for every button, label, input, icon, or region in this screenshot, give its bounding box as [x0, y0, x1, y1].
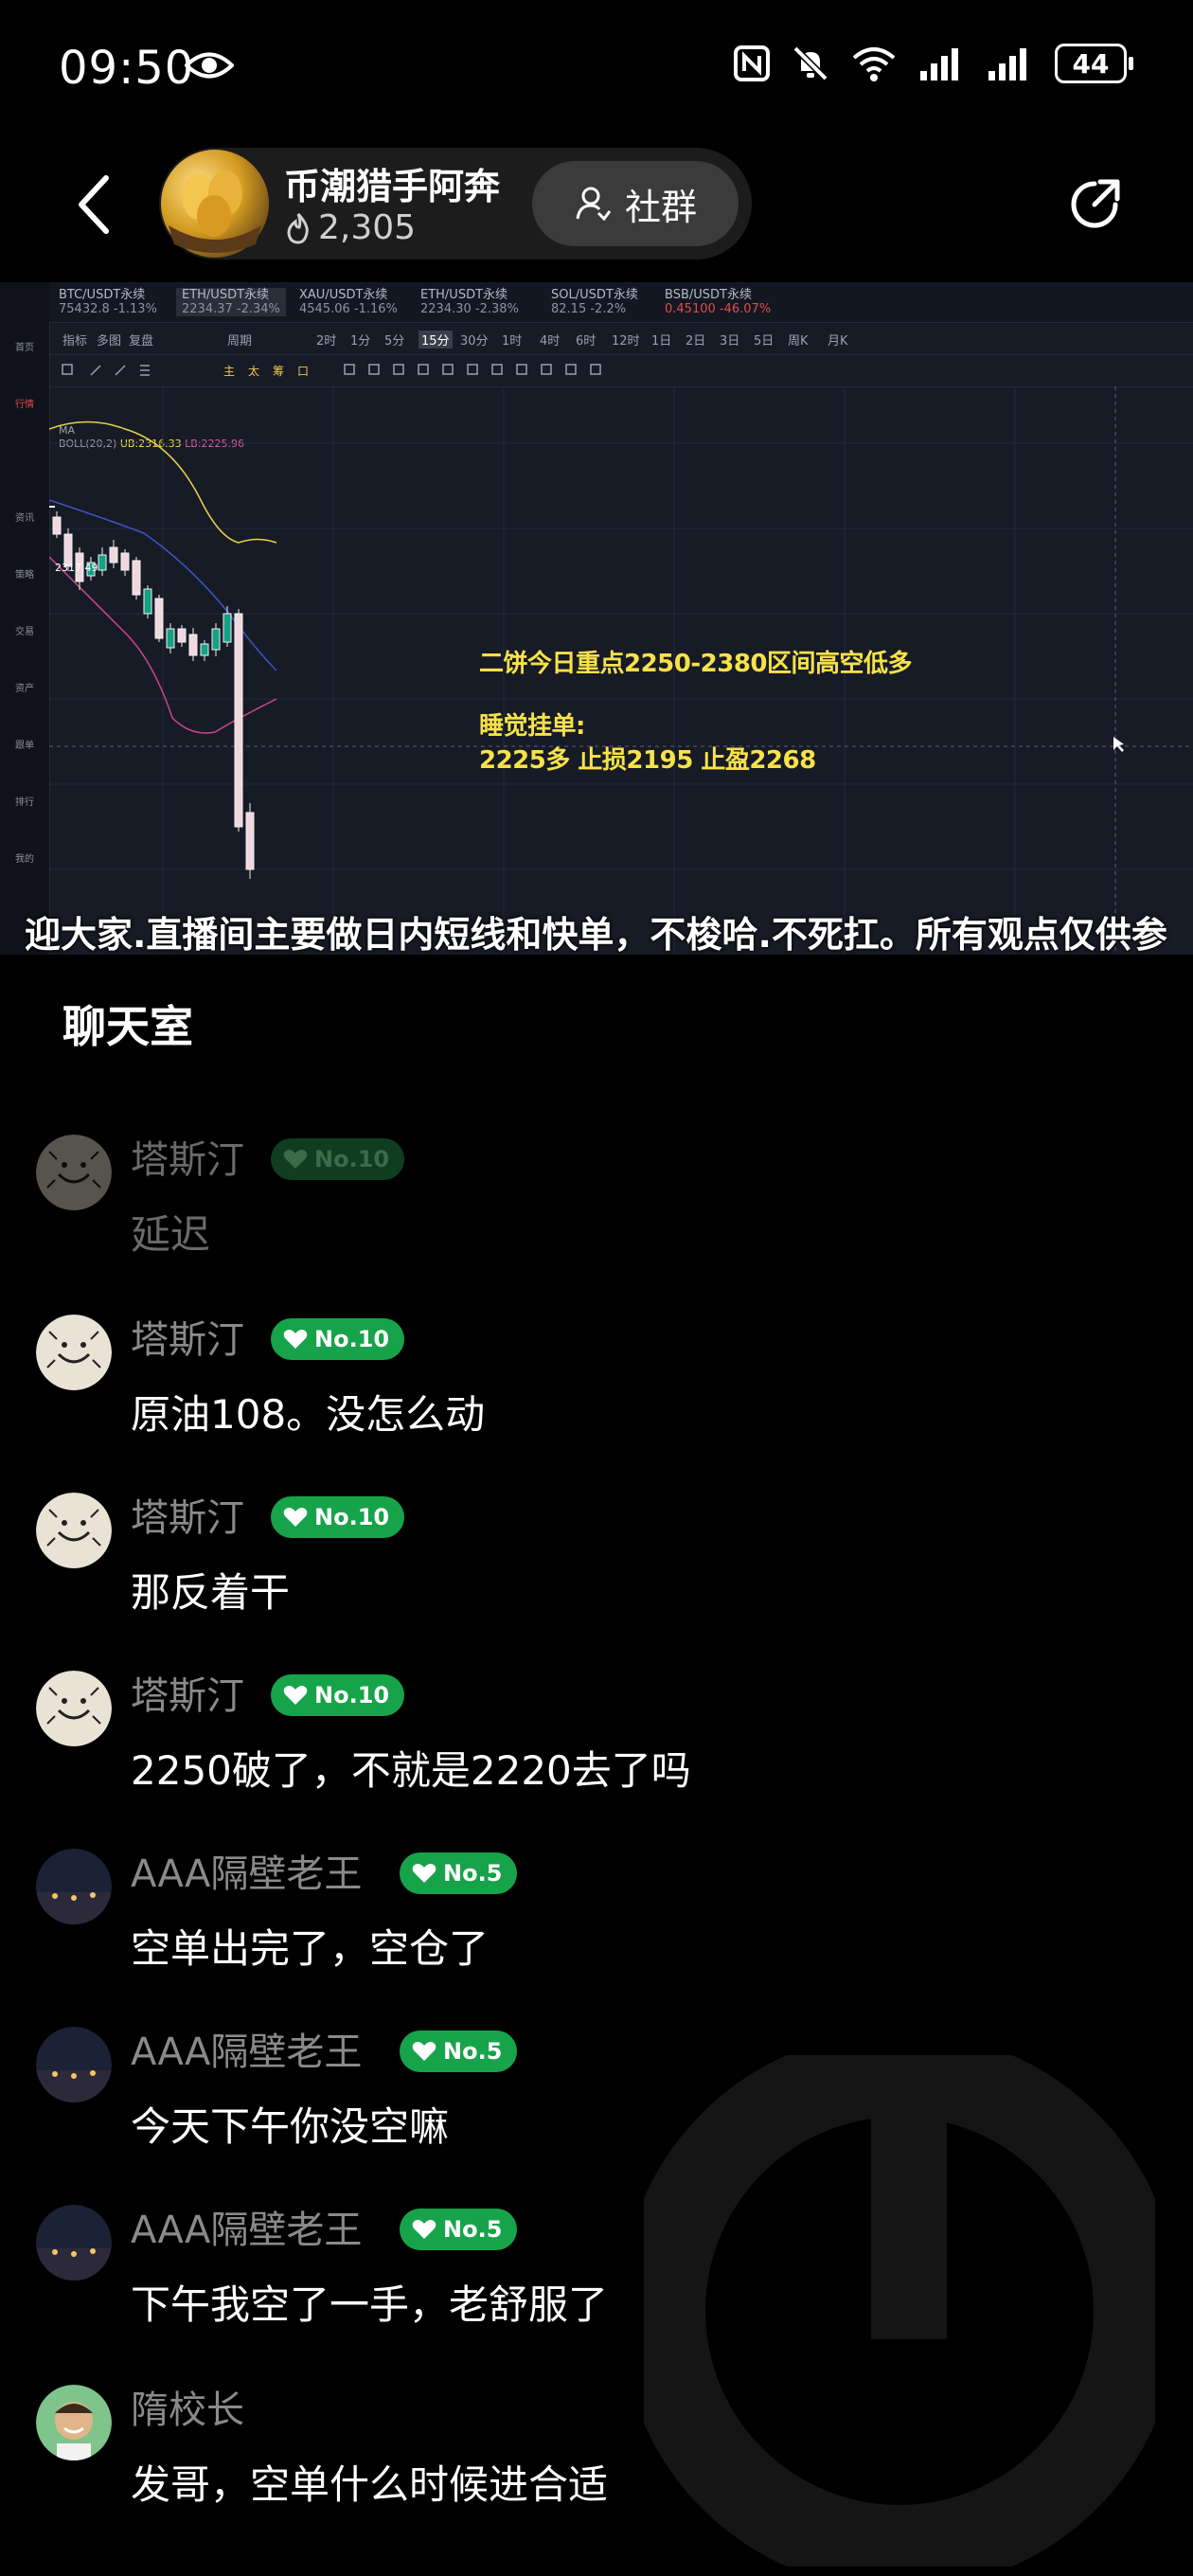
strategy-note-line1: 二饼今日重点2250-2380区间高空低多 — [479, 650, 913, 678]
fan-level-badge: No.10 — [271, 1138, 405, 1180]
fan-level-badge: No.10 — [271, 1318, 405, 1360]
strategy-note-line3: 2225多 止损2195 止盈2268 — [479, 746, 816, 775]
community-label: 社群 — [624, 186, 697, 228]
chat-message: AAA隔壁老王 No.5 今天下午你没空嘛 — [0, 2027, 1193, 2188]
svg-text:主: 主 — [223, 365, 235, 378]
user-avatar[interactable] — [36, 1315, 112, 1390]
share-icon[interactable] — [1066, 176, 1123, 233]
pair-tab[interactable]: SOL/USDT永续 82.15 -2.2% — [551, 288, 638, 316]
pair-tab-active[interactable]: ETH/USDT永续 2234.37 -2.34% — [176, 288, 286, 316]
signal-icon-2 — [988, 48, 1026, 80]
fan-level-badge: No.10 — [271, 1496, 405, 1538]
drawing-tools-icons: 主太 筹口 — [62, 364, 601, 378]
message-text: 原油108。没怎么动 — [131, 1391, 486, 1438]
username[interactable]: 塔斯汀 — [131, 1665, 244, 1720]
community-icon — [576, 187, 612, 222]
username[interactable]: AAA隔壁老王 — [131, 2021, 362, 2076]
pair-tab[interactable]: XAU/USDT永续 4545.06 -1.16% — [299, 288, 398, 316]
community-button[interactable]: 社群 — [532, 161, 739, 246]
fan-level-badge: No.5 — [400, 1852, 518, 1894]
high-price-label: 2317.49 — [55, 562, 98, 574]
sidebar-label: 我的 — [15, 854, 34, 865]
heart-icon — [412, 1864, 436, 1883]
sidebar-label: 策略 — [15, 570, 34, 581]
battery-icon: 44 — [1055, 44, 1133, 83]
clock: 09:50 — [59, 42, 195, 95]
chat-room-title: 聊天室 — [62, 1001, 193, 1052]
chat-message: AAA隔壁老王 No.5 下午我空了一手，老舒服了 — [0, 2205, 1193, 2366]
user-avatar[interactable] — [36, 2385, 112, 2460]
sidebar-label: 排行 — [15, 797, 34, 808]
live-stream-video[interactable]: BTC/USDT永续 75432.8 -1.13% ETH/USDT永续 2234.… — [0, 282, 1193, 955]
sidebar-label: 资讯 — [15, 513, 34, 524]
username[interactable]: AAA隔壁老王 — [131, 2199, 362, 2254]
signal-icon — [920, 48, 958, 80]
svg-text:口: 口 — [297, 365, 309, 378]
back-button[interactable] — [70, 172, 117, 237]
status-icons: 44 — [733, 44, 1133, 83]
sidebar-label: 跟单 — [15, 741, 34, 751]
sidebar-label: 交易 — [15, 627, 34, 637]
heart-icon — [412, 2042, 436, 2061]
chat-message: 塔斯汀 No.10 2250破了，不就是2220去了吗 — [0, 1671, 1193, 1832]
heart-icon — [283, 1150, 308, 1169]
drawing-toolbar: 主太 筹口 — [49, 354, 1193, 387]
svg-text:筹: 筹 — [273, 365, 284, 378]
scrolling-announcement: 迎大家.直播间主要做日内短线和快单，不梭哈.不死扛。所有观点仅供参 — [25, 914, 1167, 955]
user-avatar[interactable] — [36, 1849, 112, 1924]
pair-tab[interactable]: ETH/USDT永续 2234.30 -2.38% — [420, 288, 519, 316]
chat-message: AAA隔壁老王 No.5 空单出完了，空仓了 — [0, 1849, 1193, 2010]
username[interactable]: 塔斯汀 — [131, 1487, 244, 1542]
chat-message: 塔斯汀 No.10 那反着干 — [0, 1493, 1193, 1654]
status-bar: 09:50 44 — [0, 0, 1193, 137]
message-text: 发哥，空单什么时候进合适 — [131, 2461, 609, 2508]
fan-level-badge: No.5 — [400, 2030, 518, 2072]
pair-tab[interactable]: BSB/USDT永续 0.45100 -46.07% — [665, 288, 771, 316]
username[interactable]: 隋校长 — [131, 2379, 244, 2434]
fan-level-badge: No.10 — [271, 1674, 405, 1716]
message-text: 今天下午你没空嘛 — [131, 2103, 450, 2150]
username[interactable]: 塔斯汀 — [131, 1129, 244, 1184]
heart-icon — [412, 2220, 436, 2239]
message-text: 延迟 — [131, 1211, 211, 1258]
message-text: 下午我空了一手，老舒服了 — [131, 2281, 609, 2328]
heart-icon — [283, 1508, 308, 1527]
sidebar-label: 首页 — [15, 343, 34, 353]
svg-text:太: 太 — [248, 364, 259, 378]
host-avatar[interactable] — [161, 150, 269, 258]
fan-level-badge: No.5 — [400, 2209, 518, 2250]
chat-message: 塔斯汀 No.10 延迟 — [0, 1135, 1193, 1296]
message-text: 那反着干 — [131, 1569, 291, 1616]
strategy-note-line2: 睡觉挂单: — [479, 712, 585, 741]
user-avatar[interactable] — [36, 2205, 112, 2281]
sidebar-label-active: 行情 — [15, 400, 34, 410]
chat-message: 塔斯汀 No.10 原油108。没怎么动 — [0, 1315, 1193, 1476]
interval-selected[interactable]: 15分 — [418, 331, 453, 349]
mute-bell-icon — [792, 45, 828, 81]
host-name: 币潮猎手阿奔 — [284, 166, 501, 207]
sidebar-label: 资产 — [15, 684, 34, 694]
message-text: 空单出完了，空仓了 — [131, 1925, 490, 1972]
golden-eggs-image — [169, 170, 261, 253]
chart-toolbar: 指标 多图 复盘 周期 2时 1分 5分 15分 30分 1时 4时 6时 12… — [49, 322, 1193, 355]
fan-count-value: 2,305 — [318, 208, 417, 247]
username[interactable]: 塔斯汀 — [131, 1309, 244, 1364]
pair-tab[interactable]: BTC/USDT永续 75432.8 -1.13% — [59, 288, 157, 316]
username[interactable]: AAA隔壁老王 — [131, 1843, 362, 1898]
chat-message: 隋校长 发哥，空单什么时候进合适 — [0, 2385, 1193, 2546]
heart-icon — [283, 1330, 308, 1349]
user-avatar[interactable] — [36, 1135, 112, 1210]
wifi-icon — [852, 47, 896, 81]
user-avatar[interactable] — [36, 1671, 112, 1746]
user-avatar[interactable] — [36, 2027, 112, 2102]
pair-tabs: BTC/USDT永续 75432.8 -1.13% ETH/USDT永续 2234.… — [49, 282, 1193, 323]
heart-icon — [283, 1686, 308, 1705]
fan-count: 2,305 — [284, 208, 416, 247]
user-avatar[interactable] — [36, 1493, 112, 1568]
nfc-icon — [734, 45, 770, 81]
eye-icon — [185, 52, 234, 79]
message-text: 2250破了，不就是2220去了吗 — [131, 1747, 691, 1794]
flame-icon — [287, 212, 309, 244]
